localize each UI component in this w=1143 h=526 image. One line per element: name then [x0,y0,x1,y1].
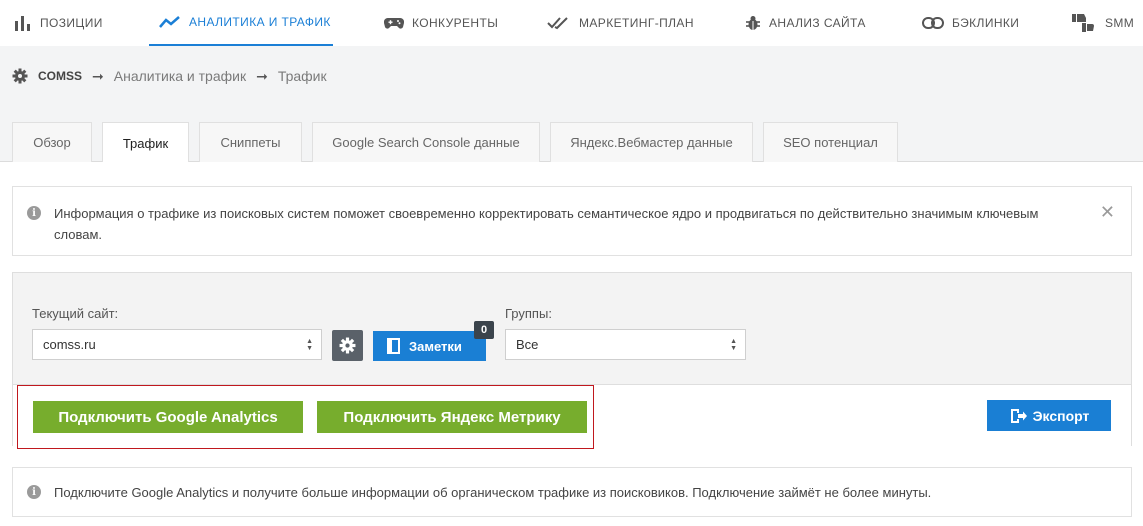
breadcrumb-separator: ➞ [92,67,104,84]
notes-button-label: Заметки [409,338,462,354]
breadcrumb: COMSS ➞ Аналитика и трафик ➞ Трафик [12,66,327,86]
groups-select[interactable]: Все ▲ ▼ [505,329,746,360]
export-button-label: Экспорт [1032,407,1090,424]
tab-yandex-webmaster[interactable]: Яндекс.Вебмастер данные [550,122,753,162]
tab-search-console[interactable]: Google Search Console данные [312,122,540,162]
breadcrumb-item-analytics[interactable]: Аналитика и трафик [114,68,246,84]
info-banner-text: Информация о трафике из поисковых систем… [54,206,1039,242]
panel-actions: Подключить Google Analytics Подключить Я… [13,384,1131,449]
close-icon[interactable]: ✕ [1100,203,1115,221]
breadcrumb-item-traffic: Трафик [277,68,327,84]
connect-yandex-metrika-button[interactable]: Подключить Яндекс Метрику [317,401,587,433]
nav-item-label: SMM [1105,16,1135,30]
control-panel: Текущий сайт: comss.ru ▲ ▼ Заметки 0 Груп… [12,272,1132,449]
gamepad-icon [384,17,404,29]
tab-snippets[interactable]: Сниппеты [199,122,302,162]
info-icon: i [27,206,41,220]
info-banner-text: Подключите Google Analytics и получите б… [54,485,932,500]
bar-chart-icon [15,16,30,31]
nav-item-label: АНАЛИТИКА И ТРАФИК [189,15,331,29]
nav-item-label: КОНКУРЕНТЫ [412,16,499,30]
breadcrumb-site[interactable]: COMSS [38,69,82,83]
tab-seo-potential[interactable]: SEO потенциал [763,122,898,162]
gear-icon [12,68,28,84]
info-banner-connect: i Подключите Google Analytics и получите… [12,467,1132,517]
notebook-icon [387,338,400,354]
nav-item-smm[interactable]: SMM [1071,0,1134,46]
select-arrows-icon: ▲ ▼ [306,338,313,352]
gear-icon [339,337,356,354]
info-icon: i [27,485,41,499]
groups-label: Группы: [505,306,552,321]
nav-item-analytics[interactable]: АНАЛИТИКА И ТРАФИК [149,0,333,46]
trend-line-icon [159,16,180,28]
nav-item-positions[interactable]: ПОЗИЦИИ [14,0,103,46]
nav-item-label: БЭКЛИНКИ [952,16,1020,30]
breadcrumb-separator: ➞ [256,67,268,84]
nav-item-competitors[interactable]: КОНКУРЕНТЫ [384,0,498,46]
export-button[interactable]: Экспорт [987,400,1111,431]
nav-item-site-analysis[interactable]: АНАЛИЗ САЙТА [745,0,866,46]
select-arrows-icon: ▲ ▼ [730,338,737,352]
nav-item-label: ПОЗИЦИИ [40,16,103,30]
tab-bar: Обзор Трафик Сниппеты Google Search Cons… [0,122,1143,163]
groups-select-value: Все [516,337,539,352]
site-select-value: comss.ru [43,337,96,352]
tab-overview[interactable]: Обзор [12,122,92,162]
tab-traffic[interactable]: Трафик [102,122,189,163]
link-icon [922,17,944,29]
nav-item-backlinks[interactable]: БЭКЛИНКИ [922,0,1019,46]
nav-item-label: МАРКЕТИНГ-ПЛАН [579,16,694,30]
thumbs-icon [1072,14,1094,32]
notes-count-badge: 0 [474,321,494,339]
nav-item-label: АНАЛИЗ САЙТА [769,16,866,30]
double-check-icon [547,17,568,30]
bug-icon [746,16,760,30]
site-select[interactable]: comss.ru ▲ ▼ [32,329,322,360]
connect-google-analytics-button[interactable]: Подключить Google Analytics [33,401,303,433]
top-nav: ПОЗИЦИИ АНАЛИТИКА И ТРАФИК КОНКУРЕНТЫ МА… [0,0,1143,46]
export-icon [1010,408,1027,423]
notes-button[interactable]: Заметки [373,331,486,361]
site-settings-button[interactable] [332,330,363,361]
info-banner-traffic: i Информация о трафике из поисковых сист… [12,186,1132,256]
nav-item-marketing-plan[interactable]: МАРКЕТИНГ-ПЛАН [547,0,694,46]
site-label: Текущий сайт: [32,306,119,321]
